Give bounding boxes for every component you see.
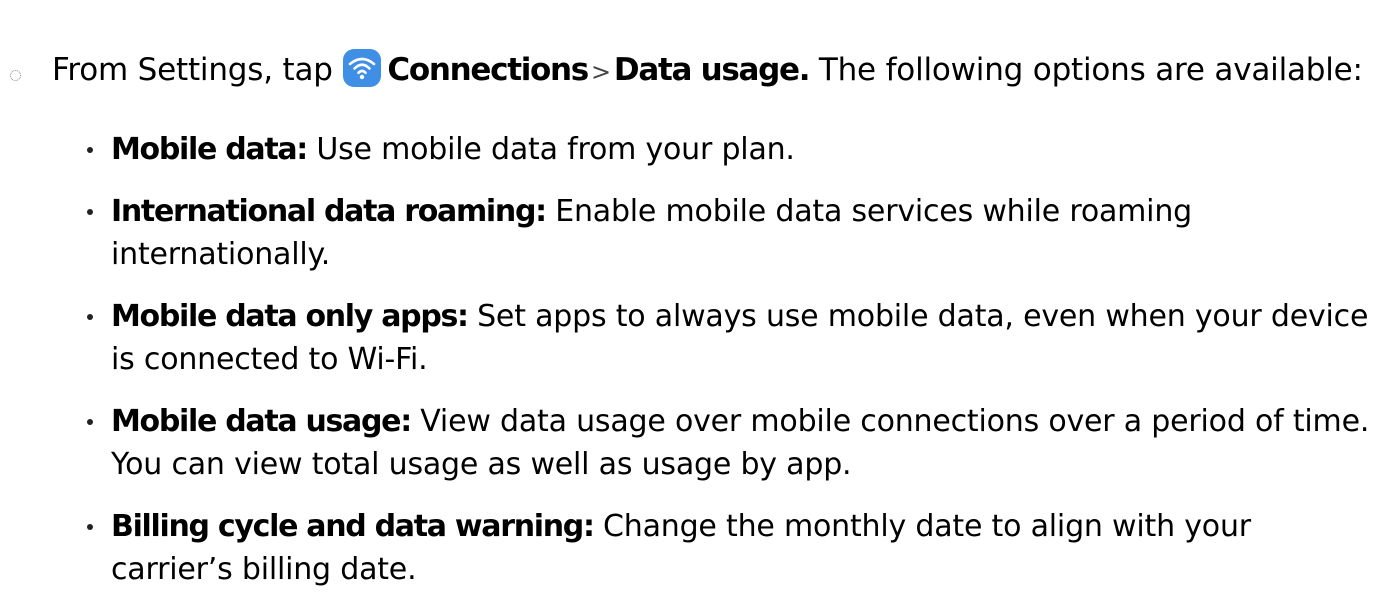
option-mobile-data: Mobile data: Use mobile data from your p… xyxy=(87,128,1381,171)
step-marker-icon xyxy=(10,70,21,81)
bullet-icon xyxy=(87,147,93,153)
data-usage-menu-label: Data usage. xyxy=(613,52,811,88)
option-term: Mobile data: xyxy=(111,132,308,167)
bullet-icon xyxy=(87,209,93,215)
wifi-icon xyxy=(343,49,382,87)
option-term: Billing cycle and data warning: xyxy=(111,509,595,544)
bullet-icon xyxy=(87,314,93,320)
option-term: International data roaming: xyxy=(111,194,547,229)
options-list: Mobile data: Use mobile data from your p… xyxy=(87,128,1381,610)
option-term: Mobile data only apps: xyxy=(111,299,469,334)
connections-menu-label: Connections xyxy=(387,52,589,88)
step-suffix: The following options are available: xyxy=(818,52,1363,88)
step-instruction: From Settings, tap Connections >Data usag… xyxy=(10,43,1372,100)
bullet-icon xyxy=(87,524,93,530)
option-mobile-data-only-apps: Mobile data only apps: Set apps to alway… xyxy=(87,295,1381,381)
option-mobile-data-usage: Mobile data usage: View data usage over … xyxy=(87,400,1381,486)
option-term: Mobile data usage: xyxy=(111,404,412,439)
option-international-data-roaming: International data roaming: Enable mobil… xyxy=(87,190,1381,276)
path-separator: > xyxy=(590,58,611,86)
option-billing-cycle-and-data-warning: Billing cycle and data warning: Change t… xyxy=(87,505,1381,591)
document: From Settings, tap Connections >Data usag… xyxy=(0,0,1393,613)
option-description: Use mobile data from your plan. xyxy=(316,132,795,167)
step-prefix: From Settings, tap xyxy=(52,52,333,88)
bullet-icon xyxy=(87,419,93,425)
